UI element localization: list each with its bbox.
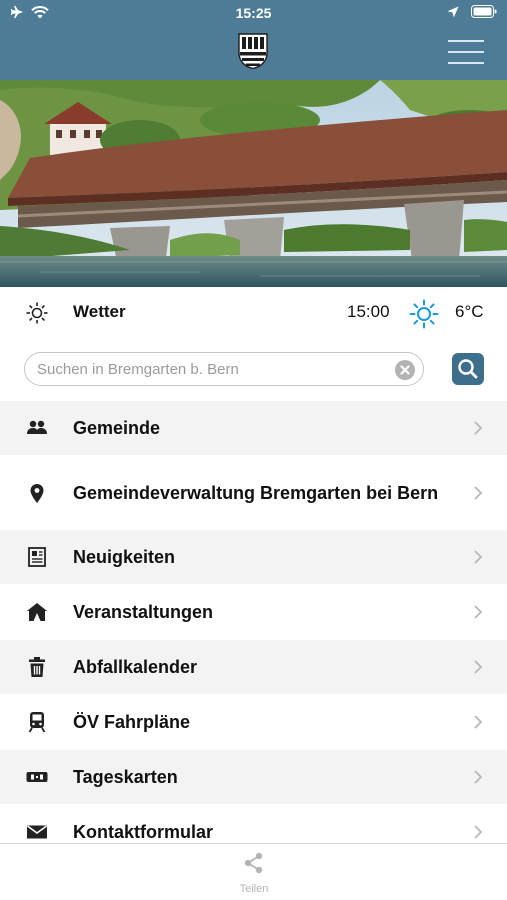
search-icon [458, 359, 478, 379]
train-icon [28, 712, 46, 733]
bottom-toolbar: Teilen [0, 843, 507, 900]
chevron-right-icon [474, 770, 483, 784]
trash-icon [29, 657, 45, 677]
search-field-container [24, 352, 424, 386]
weather-forecast-time: 15:00 [347, 302, 390, 321]
menu-item-abfallkalender[interactable]: Abfallkalender [0, 640, 507, 695]
battery-icon [471, 5, 497, 18]
sun-outline-icon [26, 302, 48, 324]
menu-item-label: Tageskarten [73, 767, 178, 787]
hero-image [0, 80, 507, 287]
chevron-right-icon [474, 660, 483, 674]
status-bar: 15:25 [0, 0, 507, 28]
chevron-right-icon [474, 485, 483, 500]
chevron-right-icon [474, 550, 483, 564]
search-button[interactable] [452, 353, 484, 385]
menu-item-label: Kontaktformular [73, 822, 214, 842]
share-icon [244, 852, 263, 874]
search-clear-button[interactable] [395, 360, 415, 380]
menu-item-label: ÖV Fahrpläne [73, 712, 191, 732]
menu-item-oev-fahrplaene[interactable]: ÖV Fahrpläne [0, 695, 507, 750]
sun-icon [409, 299, 439, 329]
menu-item-neuigkeiten[interactable]: Neuigkeiten [0, 530, 507, 585]
menu-item-label: Gemeindeverwaltung Bremgarten bei Bern [73, 482, 439, 503]
newspaper-icon [28, 547, 46, 567]
status-time: 15:25 [235, 5, 272, 21]
menu-item-veranstaltungen[interactable]: Veranstaltungen [0, 585, 507, 640]
menu-item-gemeinde[interactable]: Gemeinde [0, 401, 507, 456]
chevron-right-icon [474, 825, 483, 839]
map-pin-icon [30, 483, 44, 503]
weather-temperature: 6°C [455, 302, 484, 321]
app-header: 15:25 [0, 0, 507, 80]
clear-x-icon [400, 365, 410, 375]
weather-label: Wetter [73, 302, 126, 321]
menu-item-label: Veranstaltungen [73, 602, 214, 622]
menu-item-label: Abfallkalender [73, 657, 198, 677]
location-arrow-icon [447, 6, 459, 17]
chevron-right-icon [474, 605, 483, 619]
menu-item-gemeindeverwaltung[interactable]: Gemeindeverwaltung Bremgarten bei Bern [0, 456, 507, 530]
menu-item-label: Gemeinde [73, 418, 161, 438]
chevron-right-icon [474, 715, 483, 729]
chevron-right-icon [474, 421, 483, 435]
ticket-icon [26, 772, 48, 782]
menu-list: Gemeinde Gemeindeverwaltung Bremgarten b… [0, 401, 507, 860]
event-tent-icon [27, 603, 47, 621]
hamburger-menu-button[interactable] [448, 40, 484, 64]
weather-row[interactable]: Wetter 15:00 6°C [0, 287, 507, 337]
search-input[interactable] [37, 353, 397, 385]
people-icon [27, 420, 47, 434]
menu-item-label: Neuigkeiten [73, 547, 176, 567]
covered-bridge-illustration [0, 80, 507, 287]
share-button[interactable]: Teilen [228, 852, 280, 896]
envelope-icon [27, 825, 47, 839]
hamburger-menu-icon [448, 40, 484, 42]
menu-item-tageskarten[interactable]: Tageskarten [0, 750, 507, 805]
municipal-crest-icon [238, 33, 268, 69]
share-label: Teilen [239, 883, 269, 895]
